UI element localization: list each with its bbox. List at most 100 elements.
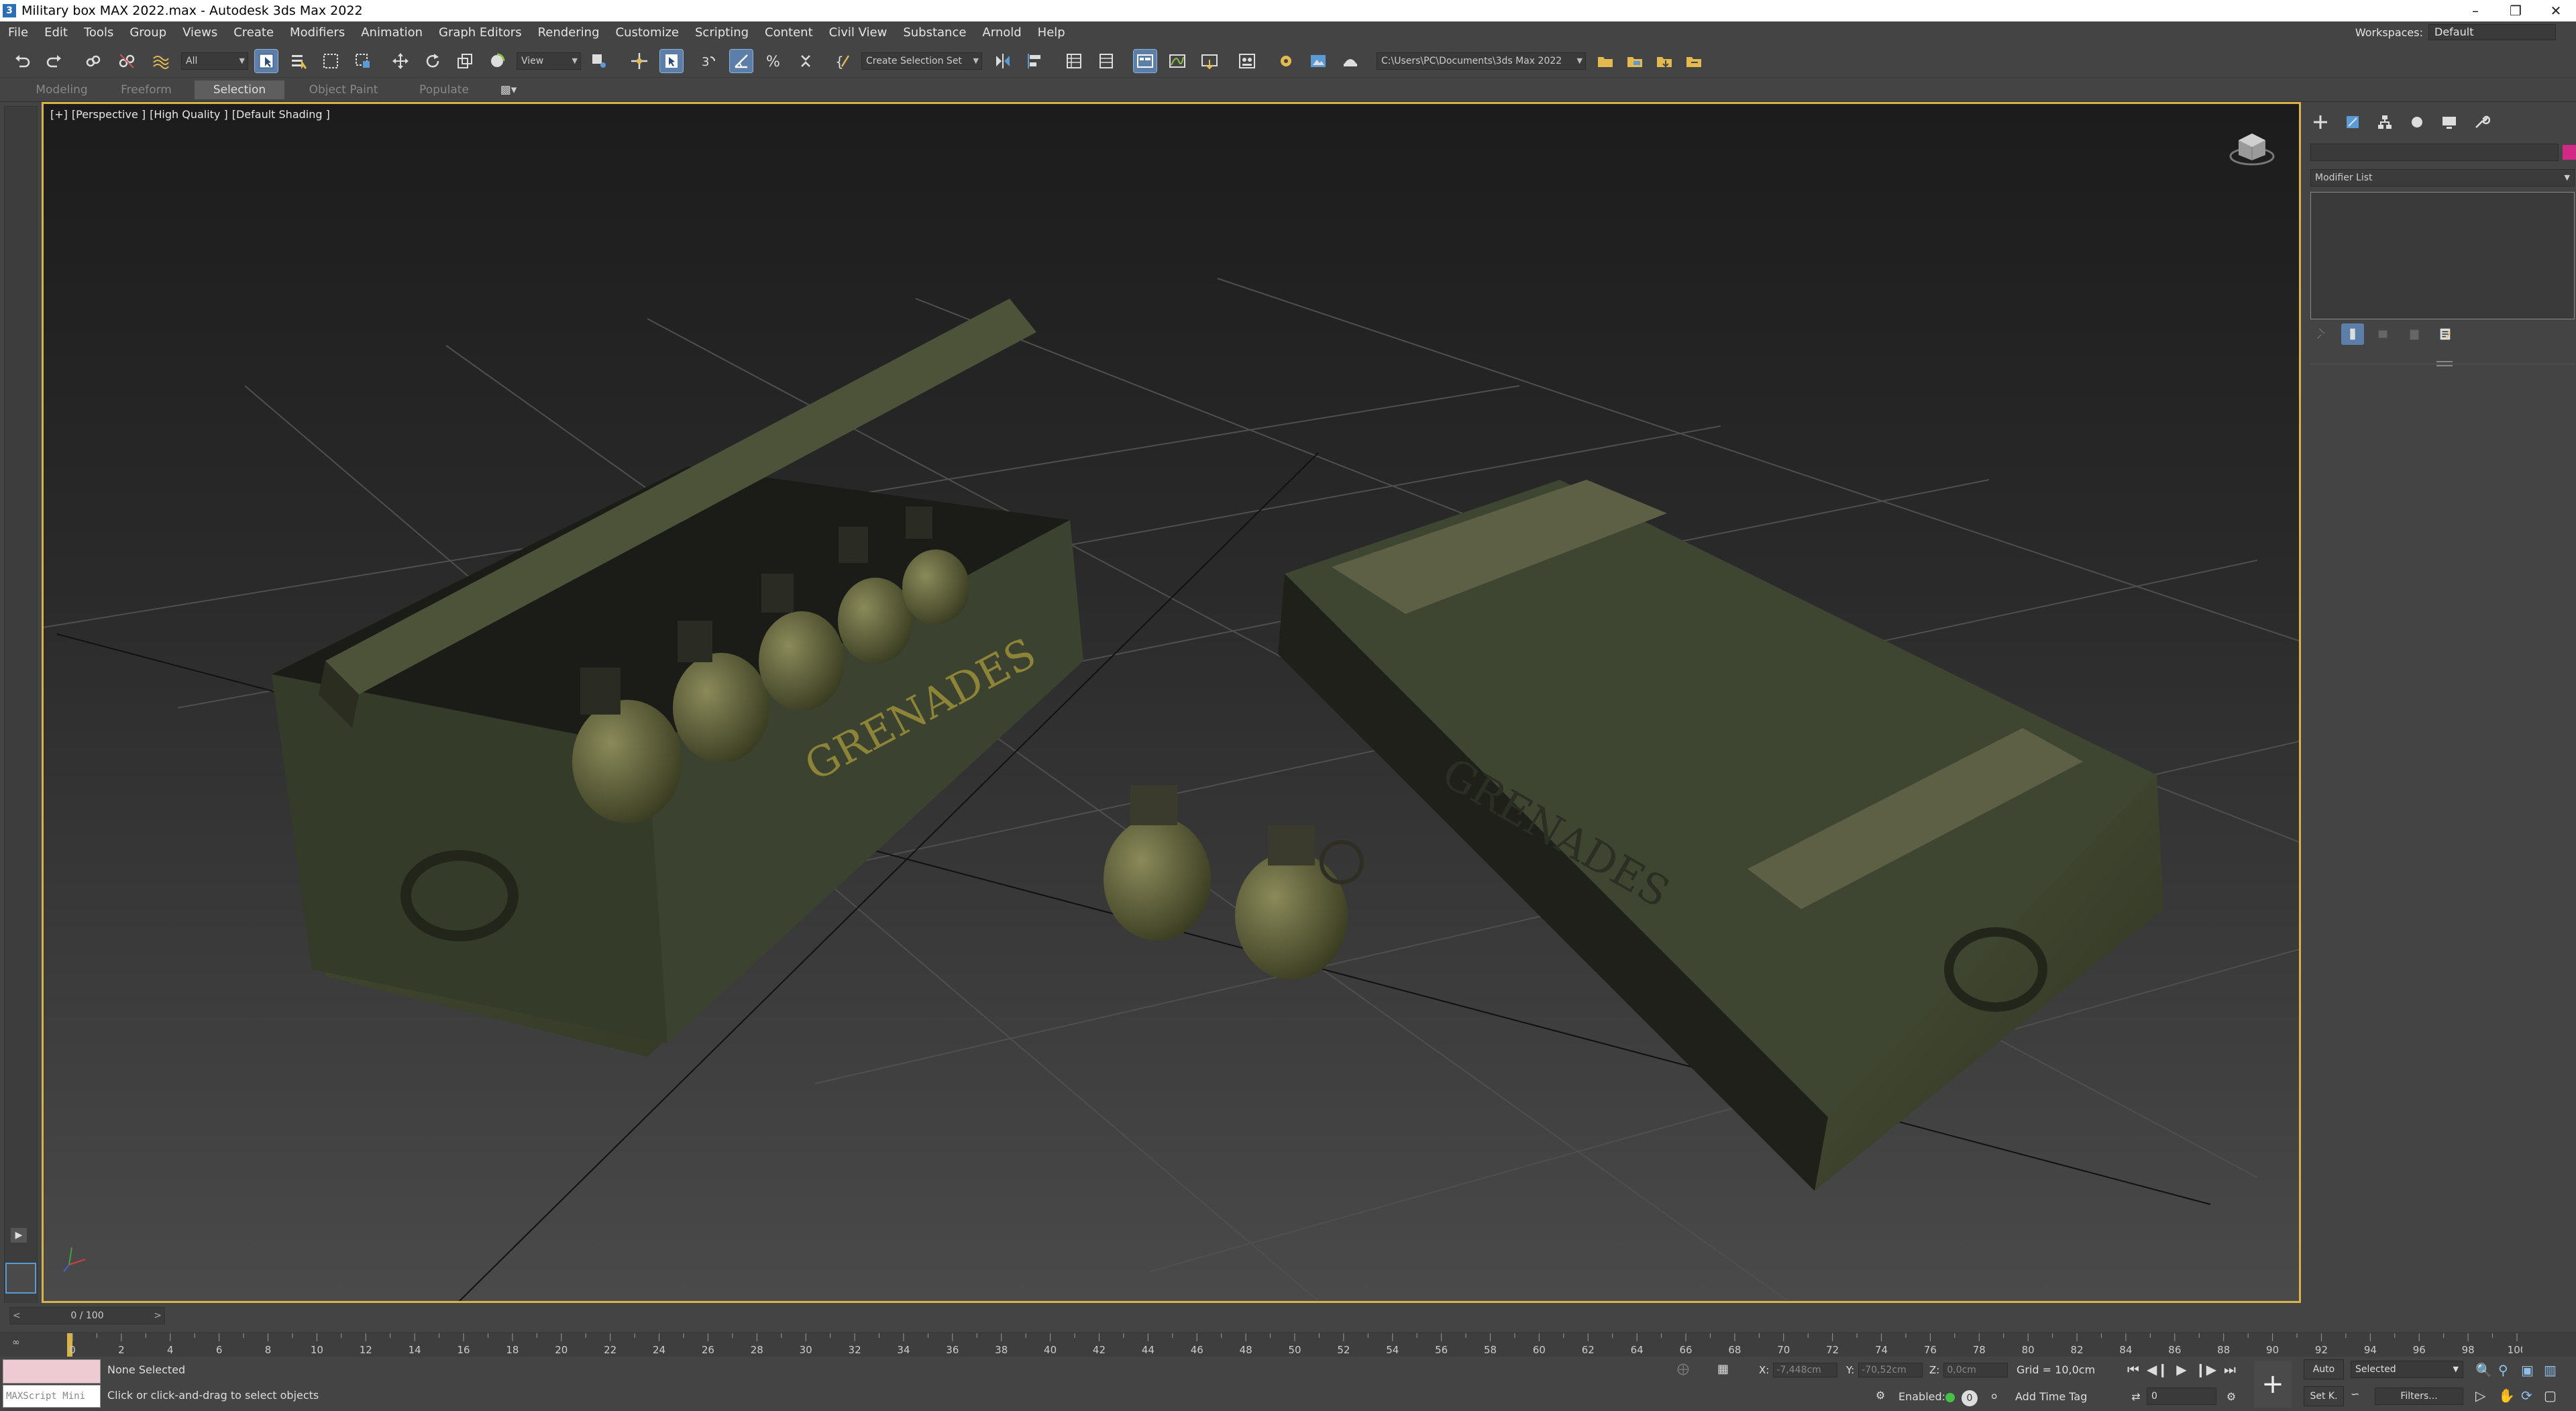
menu-content[interactable]: Content bbox=[757, 21, 821, 44]
zoom-all-icon[interactable]: ⚲ bbox=[2498, 1362, 2508, 1378]
key-filter-selection-dropdown[interactable]: Selected ▼ bbox=[2351, 1361, 2463, 1378]
set-key-button[interactable]: Set K. bbox=[2304, 1386, 2344, 1406]
pin-stack-icon[interactable] bbox=[2310, 323, 2333, 345]
time-configuration-icon[interactable]: ⚙ bbox=[2220, 1386, 2242, 1406]
modifier-stack[interactable] bbox=[2310, 192, 2575, 319]
utilities-panel-icon[interactable] bbox=[2470, 111, 2493, 133]
select-manipulate-icon[interactable] bbox=[628, 50, 651, 72]
tab-object-paint[interactable]: Object Paint bbox=[302, 81, 385, 99]
go-to-end-icon[interactable]: ⏭ bbox=[2219, 1359, 2241, 1379]
object-color-swatch[interactable] bbox=[2563, 145, 2576, 160]
field-of-view-icon[interactable]: ▷ bbox=[2475, 1388, 2485, 1404]
toggle-layer-explorer-icon[interactable] bbox=[1095, 50, 1118, 72]
rectangular-selection-icon[interactable] bbox=[319, 50, 342, 72]
zoom-extents-icon[interactable]: ▣ bbox=[2521, 1362, 2534, 1378]
scale-icon[interactable] bbox=[453, 50, 476, 72]
open-folder-icon[interactable] bbox=[1623, 50, 1646, 72]
link-icon[interactable] bbox=[82, 50, 105, 72]
menu-scripting[interactable]: Scripting bbox=[687, 21, 757, 44]
menu-file[interactable]: File bbox=[0, 21, 36, 44]
maxscript-mini-input[interactable]: MAXScript Mini bbox=[3, 1385, 101, 1408]
z-coordinate-field[interactable]: 0,0cm bbox=[1943, 1363, 2008, 1377]
object-name-field[interactable] bbox=[2310, 144, 2559, 161]
remove-modifier-icon[interactable] bbox=[2403, 323, 2426, 345]
time-slider[interactable]: < 0 / 100 > bbox=[9, 1307, 165, 1324]
menu-views[interactable]: Views bbox=[174, 21, 225, 44]
display-panel-icon[interactable] bbox=[2438, 111, 2461, 133]
material-editor-icon[interactable] bbox=[1236, 50, 1258, 72]
redo-icon[interactable] bbox=[43, 50, 66, 72]
minimize-button[interactable]: – bbox=[2455, 0, 2496, 21]
x-coordinate-field[interactable]: -7,448cm bbox=[1773, 1363, 1838, 1377]
project-browse-icon[interactable] bbox=[1682, 50, 1705, 72]
mini-curve-editor-icon[interactable]: ∞ bbox=[12, 1337, 20, 1348]
default-in-out-tangent-icon[interactable]: ∽ bbox=[2351, 1388, 2367, 1404]
menu-substance[interactable]: Substance bbox=[895, 21, 974, 44]
angle-snap-icon[interactable] bbox=[729, 49, 753, 73]
schematic-view-icon[interactable] bbox=[1198, 50, 1221, 72]
panel-resize-handle[interactable] bbox=[2436, 361, 2453, 366]
expand-layouts-icon[interactable]: ▶ bbox=[11, 1228, 27, 1243]
viewcube[interactable] bbox=[2225, 121, 2279, 175]
project-folder-icon[interactable] bbox=[1594, 50, 1617, 72]
perspective-viewport[interactable]: [+] [Perspective ] [High Quality ] [Default… bbox=[42, 102, 2301, 1303]
menu-edit[interactable]: Edit bbox=[36, 21, 76, 44]
menu-animation[interactable]: Animation bbox=[353, 21, 431, 44]
modify-panel-icon[interactable] bbox=[2341, 111, 2364, 133]
undo-icon[interactable] bbox=[11, 50, 34, 72]
pivot-center-icon[interactable] bbox=[588, 50, 610, 72]
percent-snap-icon[interactable]: % bbox=[762, 50, 785, 72]
create-panel-icon[interactable] bbox=[2309, 111, 2332, 133]
named-selection-set-dropdown[interactable]: Create Selection Set ▼ bbox=[861, 52, 982, 70]
toggle-scene-explorer-icon[interactable] bbox=[1063, 50, 1085, 72]
auto-key-button[interactable]: Auto bbox=[2304, 1359, 2344, 1379]
selection-filter-dropdown[interactable]: All ▼ bbox=[181, 52, 248, 70]
menu-rendering[interactable]: Rendering bbox=[530, 21, 608, 44]
time-slider-prev-icon[interactable]: < bbox=[13, 1308, 21, 1324]
zoom-extents-all-icon[interactable]: ▥ bbox=[2544, 1362, 2557, 1378]
menu-civil-view[interactable]: Civil View bbox=[821, 21, 896, 44]
maxscript-listener-output[interactable] bbox=[3, 1359, 101, 1383]
menu-group[interactable]: Group bbox=[121, 21, 174, 44]
select-object-icon[interactable] bbox=[254, 49, 278, 73]
configure-modifier-sets-icon[interactable] bbox=[2434, 323, 2457, 345]
current-frame-field[interactable]: 0 bbox=[2147, 1388, 2216, 1405]
align-icon[interactable] bbox=[1024, 50, 1046, 72]
render-production-icon[interactable] bbox=[1339, 50, 1362, 72]
move-icon[interactable] bbox=[389, 50, 412, 72]
project-folder-dropdown[interactable]: C:\Users\PC\Documents\3ds Max 2022 ▼ bbox=[1377, 52, 1586, 70]
tab-populate[interactable]: Populate bbox=[405, 81, 483, 99]
place-icon[interactable] bbox=[486, 50, 508, 72]
menu-arnold[interactable]: Arnold bbox=[974, 21, 1029, 44]
enabled-status-dot[interactable] bbox=[1945, 1393, 1955, 1402]
snaps-toggle-icon[interactable]: 3 bbox=[698, 50, 720, 72]
pan-view-icon[interactable]: ✋ bbox=[2498, 1388, 2515, 1404]
key-mode-toggle-icon[interactable]: ⇄ bbox=[2125, 1386, 2147, 1406]
tab-selection[interactable]: Selection bbox=[195, 81, 284, 99]
menu-help[interactable]: Help bbox=[1030, 21, 1073, 44]
zoom-icon[interactable]: 🔍 bbox=[2475, 1362, 2492, 1378]
adaptive-degradation-icon[interactable]: ⚙ bbox=[1876, 1389, 1892, 1405]
curve-editor-icon[interactable] bbox=[1166, 50, 1189, 72]
time-slider-next-icon[interactable]: > bbox=[154, 1308, 162, 1324]
motion-panel-icon[interactable] bbox=[2406, 111, 2428, 133]
rotate-icon[interactable] bbox=[421, 50, 444, 72]
trackbar[interactable]: ∞ 0 2 4 6 8 10 12 14 16 18 20 22 24 26 28 30 32 34 36 38 40 4… bbox=[0, 1332, 2576, 1357]
orbit-icon[interactable]: ⟳ bbox=[2521, 1388, 2532, 1404]
layout-single-viewport-icon[interactable] bbox=[5, 1263, 36, 1294]
set-key-icon[interactable]: + bbox=[2254, 1361, 2292, 1408]
hierarchy-panel-icon[interactable] bbox=[2373, 111, 2396, 133]
rendered-frame-window-icon[interactable] bbox=[1307, 50, 1330, 72]
keyboard-shortcut-override-icon[interactable] bbox=[659, 49, 684, 73]
menu-create[interactable]: Create bbox=[225, 21, 282, 44]
edit-named-selection-icon[interactable]: { bbox=[832, 50, 855, 72]
modifier-list-dropdown[interactable]: Modifier List ▼ bbox=[2310, 169, 2575, 187]
make-unique-icon[interactable] bbox=[2372, 323, 2395, 345]
menu-customize[interactable]: Customize bbox=[608, 21, 687, 44]
bind-spacewarp-icon[interactable] bbox=[149, 50, 172, 72]
y-coordinate-field[interactable]: -70,52cm bbox=[1858, 1363, 1923, 1377]
key-filters-button[interactable]: Filters... bbox=[2375, 1388, 2463, 1405]
menu-tools[interactable]: Tools bbox=[76, 21, 121, 44]
spinner-snap-icon[interactable] bbox=[794, 50, 817, 72]
mirror-icon[interactable] bbox=[991, 50, 1014, 72]
